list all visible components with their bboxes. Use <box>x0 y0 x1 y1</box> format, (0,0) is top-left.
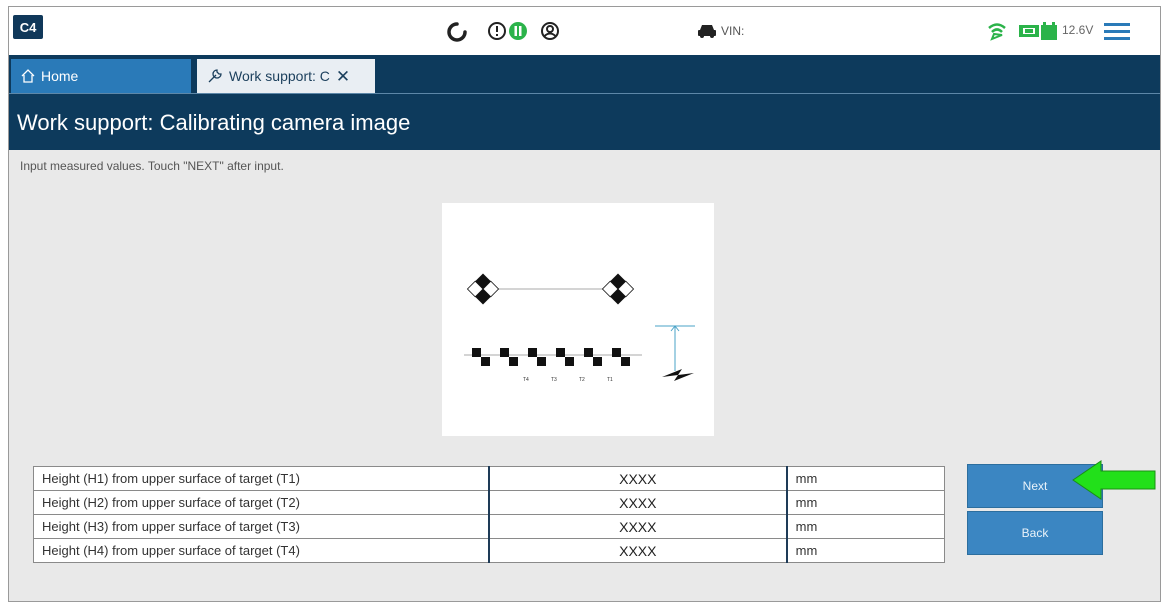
page-title: Work support: Calibrating camera image <box>17 110 411 135</box>
callout-arrow-icon <box>1072 460 1156 500</box>
table-row: Height (H3) from upper surface of target… <box>32 514 945 539</box>
hamburger-menu-icon[interactable] <box>1104 22 1130 40</box>
battery-voltage: 12.6V <box>1062 23 1094 37</box>
refresh-icon[interactable] <box>446 21 468 43</box>
app-logo: C4 <box>13 15 43 39</box>
tab-home[interactable]: Home <box>11 59 191 93</box>
car-icon <box>696 22 718 40</box>
page-title-bar: Work support: Calibrating camera image <box>9 93 1160 150</box>
target-layout-illustration: T4 T3 T2 T1 <box>464 273 695 383</box>
measurement-input-h2[interactable]: XXXX <box>487 490 788 515</box>
measurement-label-h2: Height (H2) from upper surface of target… <box>32 490 490 515</box>
instruction-text: Input measured values. Touch "NEXT" afte… <box>20 159 284 173</box>
wrench-icon <box>208 69 222 83</box>
back-button[interactable]: Back <box>967 511 1103 555</box>
measurement-table: Height (H1) from upper surface of target… <box>32 466 945 563</box>
wifi-signal-icon <box>986 20 1008 42</box>
target-label-t1: T1 <box>607 377 613 383</box>
user-icon[interactable] <box>540 21 560 41</box>
pause-status-icon[interactable] <box>508 21 528 41</box>
measurement-unit-h4: mm <box>786 538 945 563</box>
vci-connection-icon <box>1018 22 1040 40</box>
vin-label: VIN: <box>721 24 745 38</box>
measurement-unit-h1: mm <box>786 466 945 491</box>
measurement-input-h3[interactable]: XXXX <box>487 514 788 539</box>
top-bar: C4 VIN: 12.6V <box>9 7 1160 55</box>
tab-home-label: Home <box>41 68 79 84</box>
target-label-t2: T2 <box>579 377 585 383</box>
target-label-t4: T4 <box>523 377 529 383</box>
battery-icon <box>1040 21 1058 41</box>
tab-work-support[interactable]: Work support: C ✕ <box>197 59 375 93</box>
measurement-unit-h2: mm <box>786 490 945 515</box>
tab-work-support-label: Work support: C <box>229 68 330 84</box>
home-icon <box>21 69 35 83</box>
measurement-input-h1[interactable]: XXXX <box>487 466 788 491</box>
measurement-label-h1: Height (H1) from upper surface of target… <box>32 466 490 491</box>
table-row: Height (H1) from upper surface of target… <box>32 466 945 491</box>
close-tab-icon[interactable]: ✕ <box>336 68 350 85</box>
target-label-t3: T3 <box>551 377 557 383</box>
app-window: C4 VIN: 12.6V Home Work support: C ✕ Wor… <box>8 6 1161 602</box>
measurement-unit-h3: mm <box>786 514 945 539</box>
measurement-label-h4: Height (H4) from upper surface of target… <box>32 538 490 563</box>
measurement-label-h3: Height (H3) from upper surface of target… <box>32 514 490 539</box>
table-row: Height (H2) from upper surface of target… <box>32 490 945 515</box>
measurement-input-h4[interactable]: XXXX <box>487 538 788 563</box>
tab-bar: Home Work support: C ✕ <box>9 55 1160 93</box>
calibration-diagram: T4 T3 T2 T1 <box>442 203 714 436</box>
table-row: Height (H4) from upper surface of target… <box>32 538 945 563</box>
alert-icon[interactable] <box>487 21 507 41</box>
